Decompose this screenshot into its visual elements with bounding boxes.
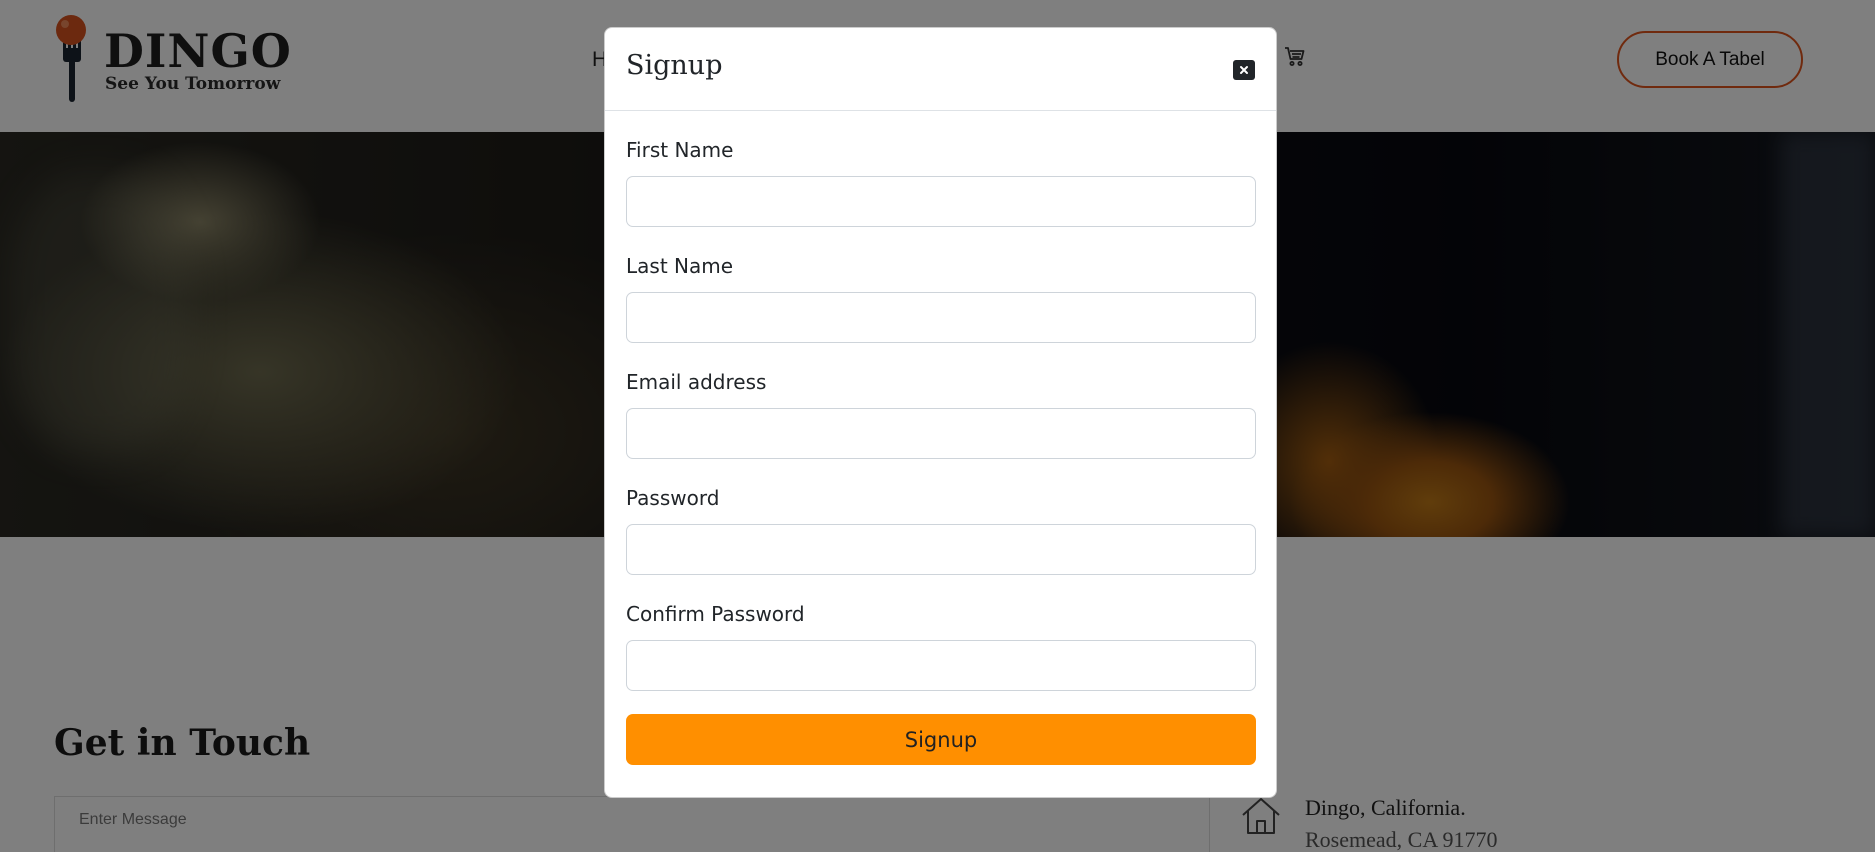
modal-title: Signup bbox=[626, 50, 723, 81]
email-field[interactable] bbox=[626, 408, 1256, 459]
last-name-label: Last Name bbox=[626, 254, 734, 278]
last-name-field[interactable] bbox=[626, 292, 1256, 343]
modal-header: Signup bbox=[605, 28, 1276, 111]
close-icon bbox=[1240, 66, 1248, 74]
password-label: Password bbox=[626, 486, 720, 510]
close-button[interactable] bbox=[1233, 60, 1255, 80]
first-name-label: First Name bbox=[626, 138, 734, 162]
confirm-password-label: Confirm Password bbox=[626, 602, 805, 626]
first-name-field[interactable] bbox=[626, 176, 1256, 227]
password-field[interactable] bbox=[626, 524, 1256, 575]
signup-submit-button[interactable]: Signup bbox=[626, 714, 1256, 765]
confirm-password-field[interactable] bbox=[626, 640, 1256, 691]
email-label: Email address bbox=[626, 370, 767, 394]
signup-modal: Signup First Name Last Name Email addres… bbox=[604, 27, 1277, 798]
